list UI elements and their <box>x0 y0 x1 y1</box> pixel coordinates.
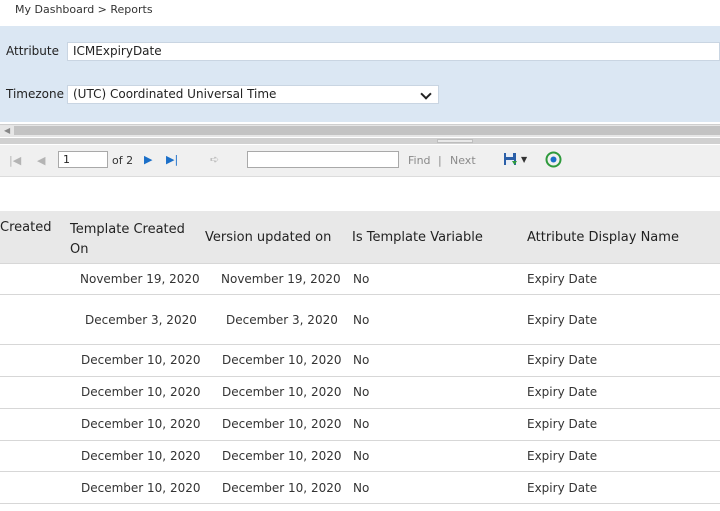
page-number-input[interactable]: 1 <box>58 151 108 168</box>
cell-attribute-display-name: Expiry Date <box>527 313 598 327</box>
row-divider <box>0 440 720 441</box>
chevron-down-icon[interactable] <box>420 88 432 100</box>
cell-attribute-display-name: Expiry Date <box>527 272 598 286</box>
row-divider <box>0 263 720 264</box>
splitter-bar[interactable] <box>0 138 720 144</box>
previous-page-icon[interactable]: ◀ <box>37 154 45 168</box>
cell-is-template-variable: No <box>353 385 370 399</box>
refresh-icon[interactable] <box>545 151 562 168</box>
cell-template-created-on: December 10, 2020 <box>81 353 201 367</box>
cell-is-template-variable: No <box>353 353 370 367</box>
toolbar-separator: | <box>438 154 442 167</box>
cell-attribute-display-name: Expiry Date <box>527 449 598 463</box>
cell-is-template-variable: No <box>353 481 370 495</box>
row-divider <box>0 344 720 345</box>
cell-is-template-variable: No <box>353 313 370 327</box>
next-page-icon[interactable]: ▶ <box>144 153 152 167</box>
cell-attribute-display-name: Expiry Date <box>527 417 598 431</box>
cell-template-created-on: December 10, 2020 <box>81 385 201 399</box>
timezone-select[interactable]: (UTC) Coordinated Universal Time <box>67 85 439 104</box>
page-count: of 2 <box>112 154 134 167</box>
back-icon[interactable]: ➪ <box>210 153 219 167</box>
row-divider <box>0 376 720 377</box>
cell-version-updated-on: December 10, 2020 <box>222 481 342 495</box>
parameters-panel <box>0 26 720 122</box>
row-divider <box>0 408 720 409</box>
column-header-created[interactable]: Created <box>0 220 51 235</box>
cell-version-updated-on: November 19, 2020 <box>221 272 341 286</box>
cell-template-created-on: December 10, 2020 <box>81 417 201 431</box>
cell-template-created-on: November 19, 2020 <box>80 272 200 286</box>
cell-version-updated-on: December 3, 2020 <box>226 313 338 327</box>
cell-template-created-on: December 10, 2020 <box>81 449 201 463</box>
last-page-icon[interactable]: ▶| <box>166 153 178 167</box>
breadcrumb[interactable]: My Dashboard > Reports <box>15 3 153 16</box>
column-header-is-template-variable[interactable]: Is Template Variable <box>352 230 483 245</box>
find-input[interactable] <box>247 151 399 168</box>
row-divider <box>0 294 720 295</box>
attribute-input[interactable]: ICMExpiryDate <box>67 42 720 61</box>
scrollbar-thumb[interactable] <box>14 126 720 135</box>
cell-version-updated-on: December 10, 2020 <box>222 353 342 367</box>
row-divider <box>0 503 720 504</box>
column-header-version-updated-on[interactable]: Version updated on <box>205 230 331 245</box>
cell-is-template-variable: No <box>353 272 370 286</box>
timezone-selected-value: (UTC) Coordinated Universal Time <box>73 87 277 101</box>
next-link[interactable]: Next <box>450 154 476 167</box>
cell-version-updated-on: December 10, 2020 <box>222 385 342 399</box>
export-save-icon[interactable] <box>503 152 518 167</box>
timezone-label: Timezone <box>6 87 64 101</box>
cell-is-template-variable: No <box>353 417 370 431</box>
export-dropdown-icon[interactable]: ▼ <box>521 155 527 164</box>
cell-attribute-display-name: Expiry Date <box>527 481 598 495</box>
cell-is-template-variable: No <box>353 449 370 463</box>
cell-version-updated-on: December 10, 2020 <box>222 417 342 431</box>
cell-attribute-display-name: Expiry Date <box>527 353 598 367</box>
row-divider <box>0 471 720 472</box>
cell-template-created-on: December 10, 2020 <box>81 481 201 495</box>
scroll-left-arrow-icon[interactable]: ◀ <box>4 126 12 135</box>
cell-template-created-on: December 3, 2020 <box>85 313 197 327</box>
splitter-grip-icon[interactable] <box>437 139 473 143</box>
column-header-template-created-on[interactable]: Template Created On <box>70 220 188 260</box>
find-link[interactable]: Find <box>408 154 431 167</box>
cell-version-updated-on: December 10, 2020 <box>222 449 342 463</box>
first-page-icon[interactable]: |◀ <box>9 154 21 168</box>
column-header-attribute-display-name[interactable]: Attribute Display Name <box>527 230 679 245</box>
attribute-label: Attribute <box>6 44 59 58</box>
cell-attribute-display-name: Expiry Date <box>527 385 598 399</box>
